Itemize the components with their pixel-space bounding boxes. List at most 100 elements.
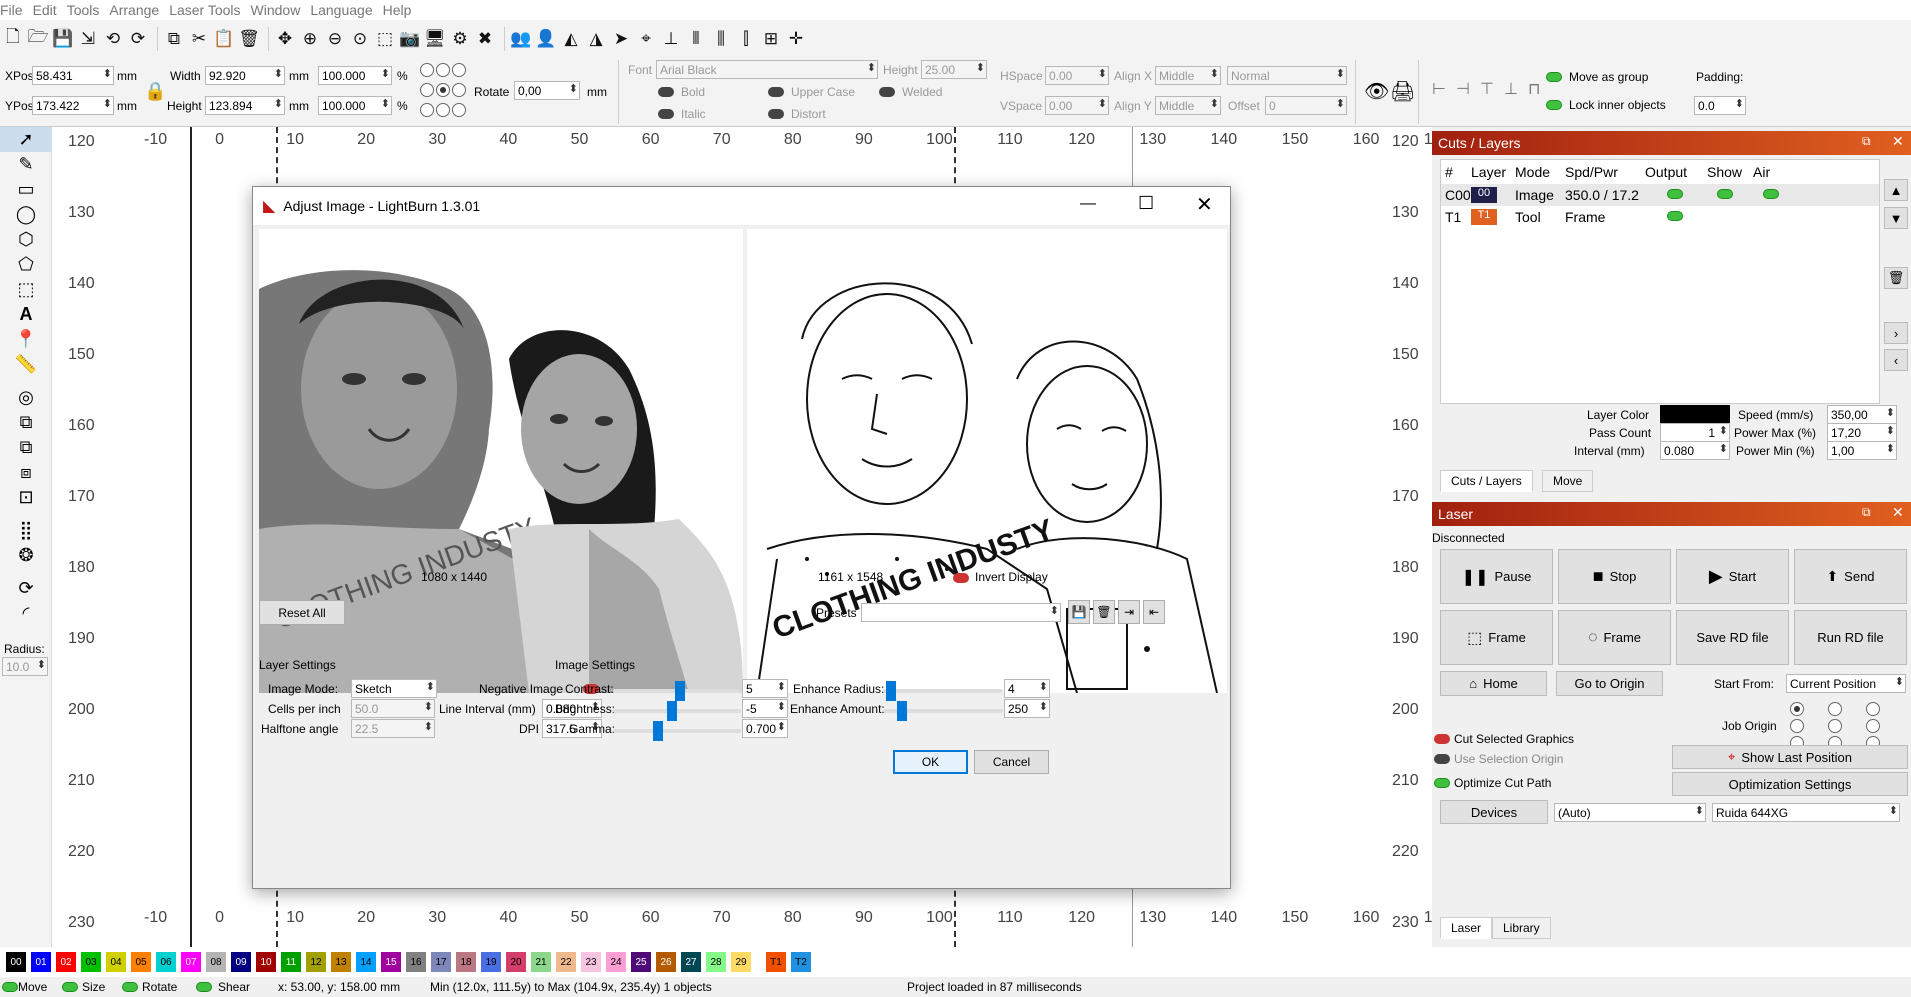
rotate-input[interactable]: 0,00: [514, 81, 580, 100]
port-select[interactable]: (Auto): [1554, 803, 1706, 822]
align-bottom-icon[interactable]: ⊓: [1528, 79, 1540, 99]
palette-swatch[interactable]: 04: [106, 952, 126, 972]
width-input[interactable]: 92.920: [205, 66, 285, 85]
palette-swatch[interactable]: 27: [681, 952, 701, 972]
palette-swatch[interactable]: 09: [231, 952, 251, 972]
open-folder-icon[interactable]: 🗁: [27, 27, 49, 50]
new-file-icon[interactable]: 🗋: [2, 27, 24, 50]
pass-count-input[interactable]: 1: [1660, 423, 1730, 442]
center-icon[interactable]: ✛: [785, 28, 807, 50]
palette-swatch[interactable]: 28: [706, 952, 726, 972]
align-top-icon[interactable]: ⊥: [1504, 79, 1518, 99]
optimize-cut-path-toggle[interactable]: [1434, 778, 1450, 788]
aligny-select[interactable]: Middle: [1155, 96, 1221, 115]
palette-swatch[interactable]: 19: [481, 952, 501, 972]
palette-swatch[interactable]: 16: [406, 952, 426, 972]
run-rd-button[interactable]: Run RD file: [1794, 610, 1907, 665]
shear-toggle[interactable]: [196, 982, 212, 992]
palette-swatch[interactable]: 12: [306, 952, 326, 972]
enhance-amount-slider[interactable]: [883, 701, 1003, 721]
frame-rect-button[interactable]: ⬚ Frame: [1440, 610, 1553, 665]
brightness-input[interactable]: -5: [742, 699, 788, 718]
align-center-icon[interactable]: ⊥: [660, 28, 682, 50]
ypos-input[interactable]: 173.422: [32, 96, 114, 115]
cancel-button[interactable]: Cancel: [974, 750, 1049, 774]
menu-item[interactable]: Window: [251, 0, 311, 18]
start-from-select[interactable]: Current Position: [1786, 674, 1906, 693]
distribute-v-icon[interactable]: ⫿: [735, 28, 757, 50]
menu-item[interactable]: Laser Tools: [169, 0, 250, 18]
palette-swatch[interactable]: 02: [56, 952, 76, 972]
layer-color-swatch[interactable]: [1660, 405, 1730, 423]
menu-item[interactable]: Edit: [33, 0, 67, 18]
show-toggle[interactable]: [1703, 189, 1749, 201]
contrast-slider[interactable]: [613, 681, 741, 701]
air-toggle-switch[interactable]: [1763, 189, 1779, 199]
menu-item[interactable]: Help: [383, 0, 422, 18]
brightness-slider[interactable]: [613, 701, 741, 721]
save-rd-button[interactable]: Save RD file: [1676, 610, 1789, 665]
menu-item[interactable]: Arrange: [109, 0, 169, 18]
frame-circle-button[interactable]: ◌ Frame: [1558, 610, 1671, 665]
stop-button[interactable]: ■ Stop: [1558, 549, 1671, 604]
layer-down-icon[interactable]: ▼: [1884, 207, 1908, 229]
show-last-position-button[interactable]: ⌖ Show Last Position: [1672, 745, 1908, 769]
palette-swatch[interactable]: 21: [531, 952, 551, 972]
rotate-tool-icon[interactable]: ⟳: [0, 576, 52, 601]
palette-swatch[interactable]: T1: [766, 952, 786, 972]
palette-swatch[interactable]: 03: [81, 952, 101, 972]
presets-select[interactable]: [861, 603, 1061, 622]
palette-swatch[interactable]: 07: [181, 952, 201, 972]
cut-icon[interactable]: ✂: [188, 28, 210, 50]
align-hcenter-icon[interactable]: ⊣: [1456, 79, 1470, 99]
rotate-toggle[interactable]: [122, 982, 138, 992]
layer-delete-icon[interactable]: 🗑: [1884, 267, 1908, 289]
show-toggle[interactable]: [1653, 211, 1699, 223]
output-toggle-switch[interactable]: [1667, 189, 1683, 199]
undo-icon[interactable]: ⟲: [102, 28, 124, 50]
menu-item[interactable]: Language: [310, 0, 382, 18]
palette-swatch[interactable]: 22: [556, 952, 576, 972]
palette-swatch[interactable]: 01: [31, 952, 51, 972]
enhance-radius-slider[interactable]: [883, 681, 1003, 701]
monitor-icon[interactable]: 🖥: [424, 28, 446, 50]
enhance-amount-input[interactable]: 250: [1004, 699, 1050, 718]
power-max-input[interactable]: 17,20: [1827, 423, 1897, 442]
cells-per-inch-input[interactable]: 50.0: [351, 699, 435, 718]
export-preset-icon[interactable]: ⇤: [1143, 600, 1165, 624]
radius-input[interactable]: 10.0: [2, 657, 48, 676]
send-button[interactable]: ⬆ Send: [1794, 549, 1907, 604]
device-select[interactable]: Ruida 644XG: [1712, 803, 1900, 822]
mirror-v-icon[interactable]: ◮: [585, 28, 607, 50]
export-icon[interactable]: ⇲: [77, 28, 99, 50]
gamma-input[interactable]: 0.700: [742, 719, 788, 738]
move-group-toggle[interactable]: [1546, 72, 1562, 82]
use-selection-origin-toggle[interactable]: [1434, 754, 1450, 764]
tab-laser[interactable]: Laser: [1440, 917, 1493, 939]
save-icon[interactable]: 💾: [52, 28, 74, 50]
layer-up-icon[interactable]: ▲: [1884, 179, 1908, 201]
grid-array-icon[interactable]: ⣿: [0, 518, 52, 543]
palette-swatch[interactable]: 13: [331, 952, 351, 972]
maximize-icon[interactable]: ☐: [1138, 193, 1154, 214]
tab-library[interactable]: Library: [1492, 917, 1551, 939]
undock-icon[interactable]: ⧉: [1862, 134, 1871, 149]
go-to-origin-button[interactable]: Go to Origin: [1556, 671, 1663, 696]
eye-icon[interactable]: 👁: [1364, 79, 1389, 104]
tab-cuts-layers[interactable]: Cuts / Layers: [1440, 470, 1533, 492]
italic-toggle[interactable]: [658, 109, 674, 119]
panel-close-icon[interactable]: ✕: [1892, 133, 1904, 150]
undock-icon[interactable]: ⧉: [1862, 505, 1871, 520]
palette-swatch[interactable]: 05: [131, 952, 151, 972]
welded-toggle[interactable]: [879, 87, 895, 97]
hspace-input[interactable]: 0.00: [1045, 66, 1109, 85]
palette-swatch[interactable]: 15: [381, 952, 401, 972]
palette-swatch[interactable]: 23: [581, 952, 601, 972]
air-toggle[interactable]: [1749, 189, 1789, 201]
size-toggle[interactable]: [62, 982, 78, 992]
polygon-icon[interactable]: ⬡: [0, 227, 52, 252]
measure-icon[interactable]: 📏: [0, 352, 52, 377]
layer-next-icon[interactable]: ›: [1884, 322, 1908, 344]
scale-w-input[interactable]: 100.000: [318, 66, 392, 85]
zoom-fit-icon[interactable]: ⊙: [349, 28, 371, 50]
